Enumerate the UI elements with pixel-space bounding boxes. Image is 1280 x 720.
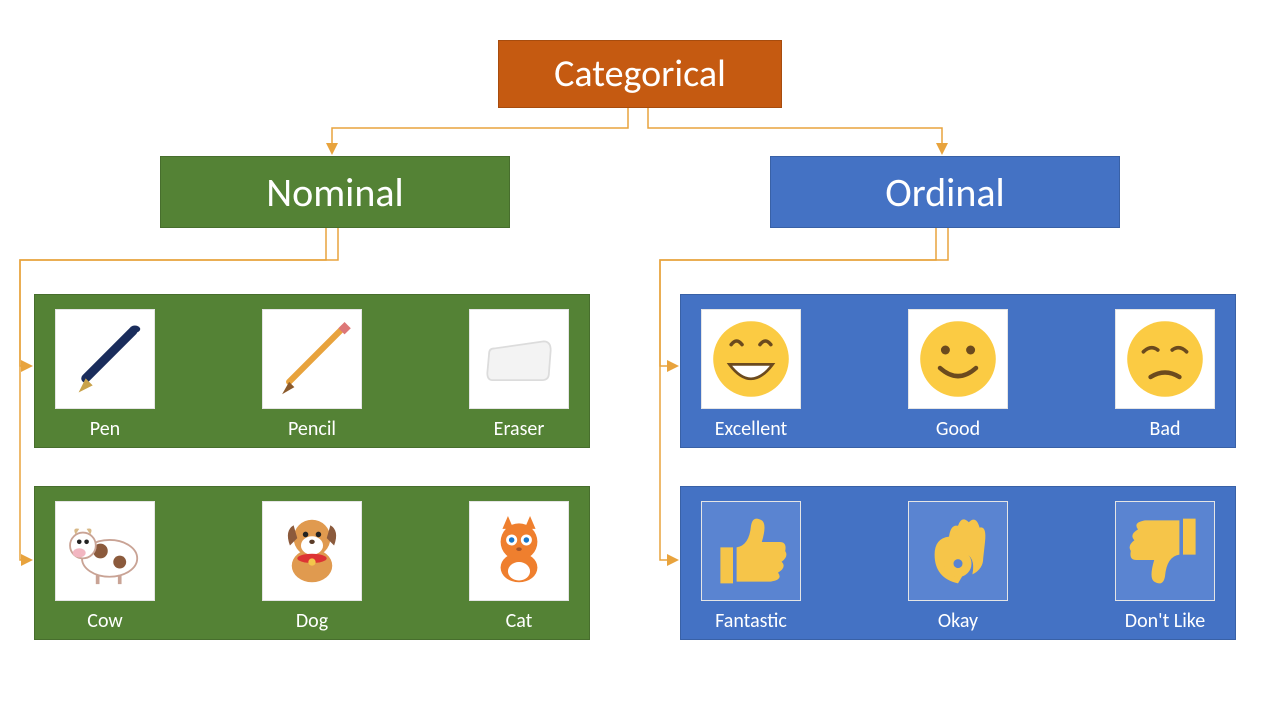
thumbs-down-icon [1115, 501, 1215, 601]
item-label: Excellent [715, 417, 788, 441]
dog-icon [262, 501, 362, 601]
cat-icon [469, 501, 569, 601]
thumbs-up-icon [701, 501, 801, 601]
item-label: Pen [90, 417, 120, 441]
item-eraser: Eraser [469, 309, 569, 441]
item-label: Don't Like [1125, 609, 1205, 633]
ordinal-set-1: Excellent Good Bad [680, 294, 1236, 448]
eraser-icon [469, 309, 569, 409]
nominal-set-1: Pen Pencil Eraser [34, 294, 590, 448]
root-categorical: Categorical [498, 40, 782, 108]
item-label: Dog [296, 609, 328, 633]
item-dontlike: Don't Like [1115, 501, 1215, 633]
item-fantastic: Fantastic [701, 501, 801, 633]
sad-icon [1115, 309, 1215, 409]
item-label: Cow [87, 609, 122, 633]
item-label: Pencil [288, 417, 336, 441]
item-cat: Cat [469, 501, 569, 633]
item-bad: Bad [1115, 309, 1215, 441]
item-dog: Dog [262, 501, 362, 633]
item-excellent: Excellent [701, 309, 801, 441]
pen-icon [55, 309, 155, 409]
item-label: Bad [1150, 417, 1181, 441]
ok-hand-icon [908, 501, 1008, 601]
grin-icon [701, 309, 801, 409]
smile-icon [908, 309, 1008, 409]
pencil-icon [262, 309, 362, 409]
item-label: Cat [506, 609, 533, 633]
item-pen: Pen [55, 309, 155, 441]
item-okay: Okay [908, 501, 1008, 633]
cow-icon [55, 501, 155, 601]
item-pencil: Pencil [262, 309, 362, 441]
item-good: Good [908, 309, 1008, 441]
item-cow: Cow [55, 501, 155, 633]
ordinal-set-2: Fantastic Okay Don't Like [680, 486, 1236, 640]
nominal-set-2: Cow Dog Cat [34, 486, 590, 640]
branch-ordinal: Ordinal [770, 156, 1120, 228]
item-label: Eraser [494, 417, 545, 441]
item-label: Fantastic [715, 609, 787, 633]
item-label: Good [936, 417, 980, 441]
branch-nominal: Nominal [160, 156, 510, 228]
item-label: Okay [938, 609, 978, 633]
